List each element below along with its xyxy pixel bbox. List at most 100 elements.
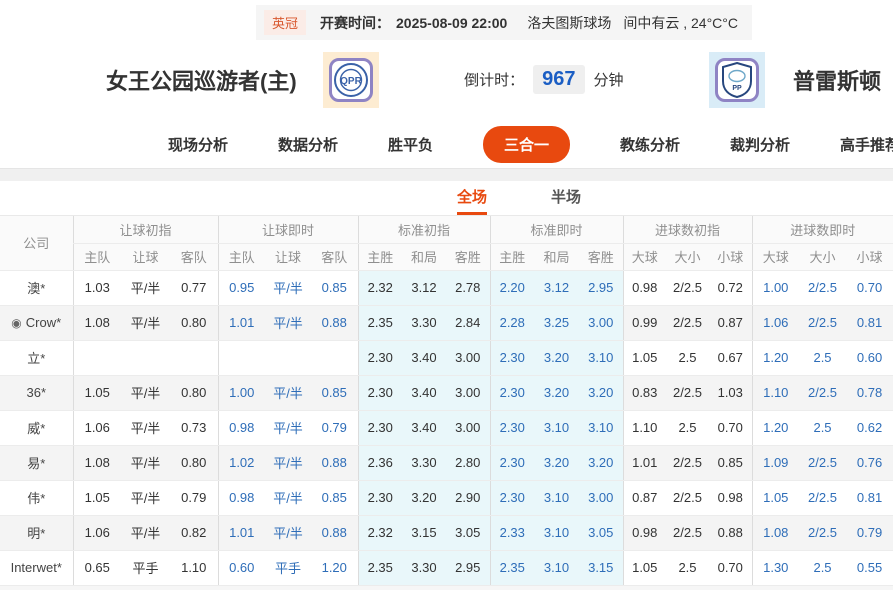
venue-text: 洛夫图斯球场 <box>527 13 611 33</box>
odds-cell: 2.35 <box>490 550 534 585</box>
odds-cell: 0.67 <box>709 340 752 375</box>
odds-cell: 平/半 <box>265 445 311 480</box>
odds-cell: 2.5 <box>666 550 709 585</box>
table-row: 立*2.303.403.002.303.203.101.052.50.671.2… <box>0 340 893 375</box>
odds-cell: 2/2.5 <box>666 305 709 340</box>
nav-tab-6[interactable]: 裁判分析 <box>730 134 790 155</box>
column-group-header: 让球即时 <box>218 216 358 243</box>
company-cell: 36* <box>0 375 73 410</box>
odds-cell: 1.08 <box>73 305 121 340</box>
company-name: Crow* <box>26 315 61 330</box>
odds-cell: 0.55 <box>846 550 893 585</box>
odds-cell: 3.10 <box>579 410 623 445</box>
odds-cell: 2.90 <box>446 480 490 515</box>
odds-cell: 0.98 <box>218 410 265 445</box>
table-row: 威*1.06平/半0.730.98平/半0.792.303.403.002.30… <box>0 410 893 445</box>
countdown-label: 倒计时： <box>464 69 524 90</box>
odds-cell: 1.05 <box>752 480 799 515</box>
odds-cell: 1.03 <box>709 375 752 410</box>
subtab-1[interactable]: 全场 <box>457 186 487 215</box>
countdown-group: 倒计时： 967 分钟 <box>379 65 709 94</box>
odds-cell: 2.5 <box>666 340 709 375</box>
odds-cell: 3.30 <box>402 305 446 340</box>
subtab-2[interactable]: 半场 <box>551 186 581 215</box>
column-group-header: 进球数即时 <box>752 216 893 243</box>
odds-cell: 2/2.5 <box>799 270 846 305</box>
odds-cell: 1.05 <box>623 340 666 375</box>
odds-cell: 3.20 <box>402 480 446 515</box>
odds-table-body: 澳*1.03平/半0.770.95平/半0.852.323.122.782.20… <box>0 270 893 585</box>
odds-cell: 3.05 <box>446 515 490 550</box>
odds-cell: 0.85 <box>311 375 358 410</box>
company-name: 36* <box>26 385 46 400</box>
nav-tab-4[interactable]: 三合一 <box>483 126 570 163</box>
odds-cell: 1.02 <box>218 445 265 480</box>
home-team-group: 女王公园巡游者(主) QPR <box>106 52 379 108</box>
odds-cell: 0.98 <box>623 515 666 550</box>
company-cell: 威* <box>0 410 73 445</box>
odds-cell: 2.5 <box>799 550 846 585</box>
nav-tab-bar: 现场分析 数据分析 胜平负 三合一 教练分析 裁判分析 高手推荐 <box>0 120 893 169</box>
odds-cell <box>170 340 218 375</box>
odds-cell: 0.70 <box>709 410 752 445</box>
column-header: 主队 <box>73 243 121 270</box>
table-row: 明*1.06平/半0.821.01平/半0.882.323.153.052.33… <box>0 515 893 550</box>
odds-cell: 0.80 <box>170 445 218 480</box>
nav-tab-3[interactable]: 胜平负 <box>388 134 433 155</box>
odds-cell: 2.30 <box>490 410 534 445</box>
odds-cell: 平/半 <box>265 410 311 445</box>
kickoff-label: 开赛时间： <box>320 13 390 33</box>
column-header: 主队 <box>218 243 265 270</box>
home-crest-frame: QPR <box>329 58 373 102</box>
odds-cell: 3.30 <box>402 445 446 480</box>
away-team-group: PP 普雷斯顿 <box>709 52 881 108</box>
column-header: 客队 <box>311 243 358 270</box>
odds-cell: 平/半 <box>265 305 311 340</box>
nav-tab-5[interactable]: 教练分析 <box>620 134 680 155</box>
odds-cell: 1.01 <box>218 515 265 550</box>
company-cell: ◉Crow* <box>0 305 73 340</box>
odds-cell: 3.12 <box>534 270 579 305</box>
table-row: 36*1.05平/半0.801.00平/半0.852.303.403.002.3… <box>0 375 893 410</box>
company-cell: 立* <box>0 340 73 375</box>
partial-next-row <box>0 586 893 590</box>
column-group-header: 让球初指 <box>73 216 218 243</box>
column-header: 主胜 <box>490 243 534 270</box>
odds-cell: 0.72 <box>709 270 752 305</box>
odds-cell: 平/半 <box>121 305 170 340</box>
odds-cell: 2.95 <box>579 270 623 305</box>
odds-cell <box>121 340 170 375</box>
odds-cell: 1.00 <box>752 270 799 305</box>
odds-cell: 0.88 <box>311 445 358 480</box>
odds-cell: 2/2.5 <box>799 445 846 480</box>
odds-cell: 3.20 <box>534 445 579 480</box>
odds-cell: 0.78 <box>846 375 893 410</box>
column-header: 大球 <box>623 243 666 270</box>
odds-cell: 3.00 <box>579 480 623 515</box>
nav-tab-1[interactable]: 现场分析 <box>168 134 228 155</box>
odds-cell: 1.10 <box>623 410 666 445</box>
odds-cell: 2.33 <box>490 515 534 550</box>
odds-cell: 0.88 <box>311 305 358 340</box>
odds-cell: 0.76 <box>846 445 893 480</box>
odds-cell: 0.60 <box>846 340 893 375</box>
odds-cell: 3.20 <box>579 375 623 410</box>
odds-cell: 2/2.5 <box>799 375 846 410</box>
company-cell: 明* <box>0 515 73 550</box>
column-header: 和局 <box>534 243 579 270</box>
odds-cell: 3.15 <box>579 550 623 585</box>
odds-cell: 2/2.5 <box>799 515 846 550</box>
table-row: Interwet*0.65平手1.100.60平手1.202.353.302.9… <box>0 550 893 585</box>
company-cell: 伟* <box>0 480 73 515</box>
home-team-name: 女王公园巡游者(主) <box>106 64 297 96</box>
column-header: 大球 <box>752 243 799 270</box>
nav-tab-2[interactable]: 数据分析 <box>278 134 338 155</box>
odds-cell: 2.30 <box>358 340 402 375</box>
company-column-header: 公司 <box>0 216 73 270</box>
odds-cell: 0.88 <box>311 515 358 550</box>
odds-cell: 1.01 <box>218 305 265 340</box>
table-row: 澳*1.03平/半0.770.95平/半0.852.323.122.782.20… <box>0 270 893 305</box>
nav-tab-7[interactable]: 高手推荐 <box>840 134 893 155</box>
odds-cell: 0.65 <box>73 550 121 585</box>
odds-cell: 2.28 <box>490 305 534 340</box>
